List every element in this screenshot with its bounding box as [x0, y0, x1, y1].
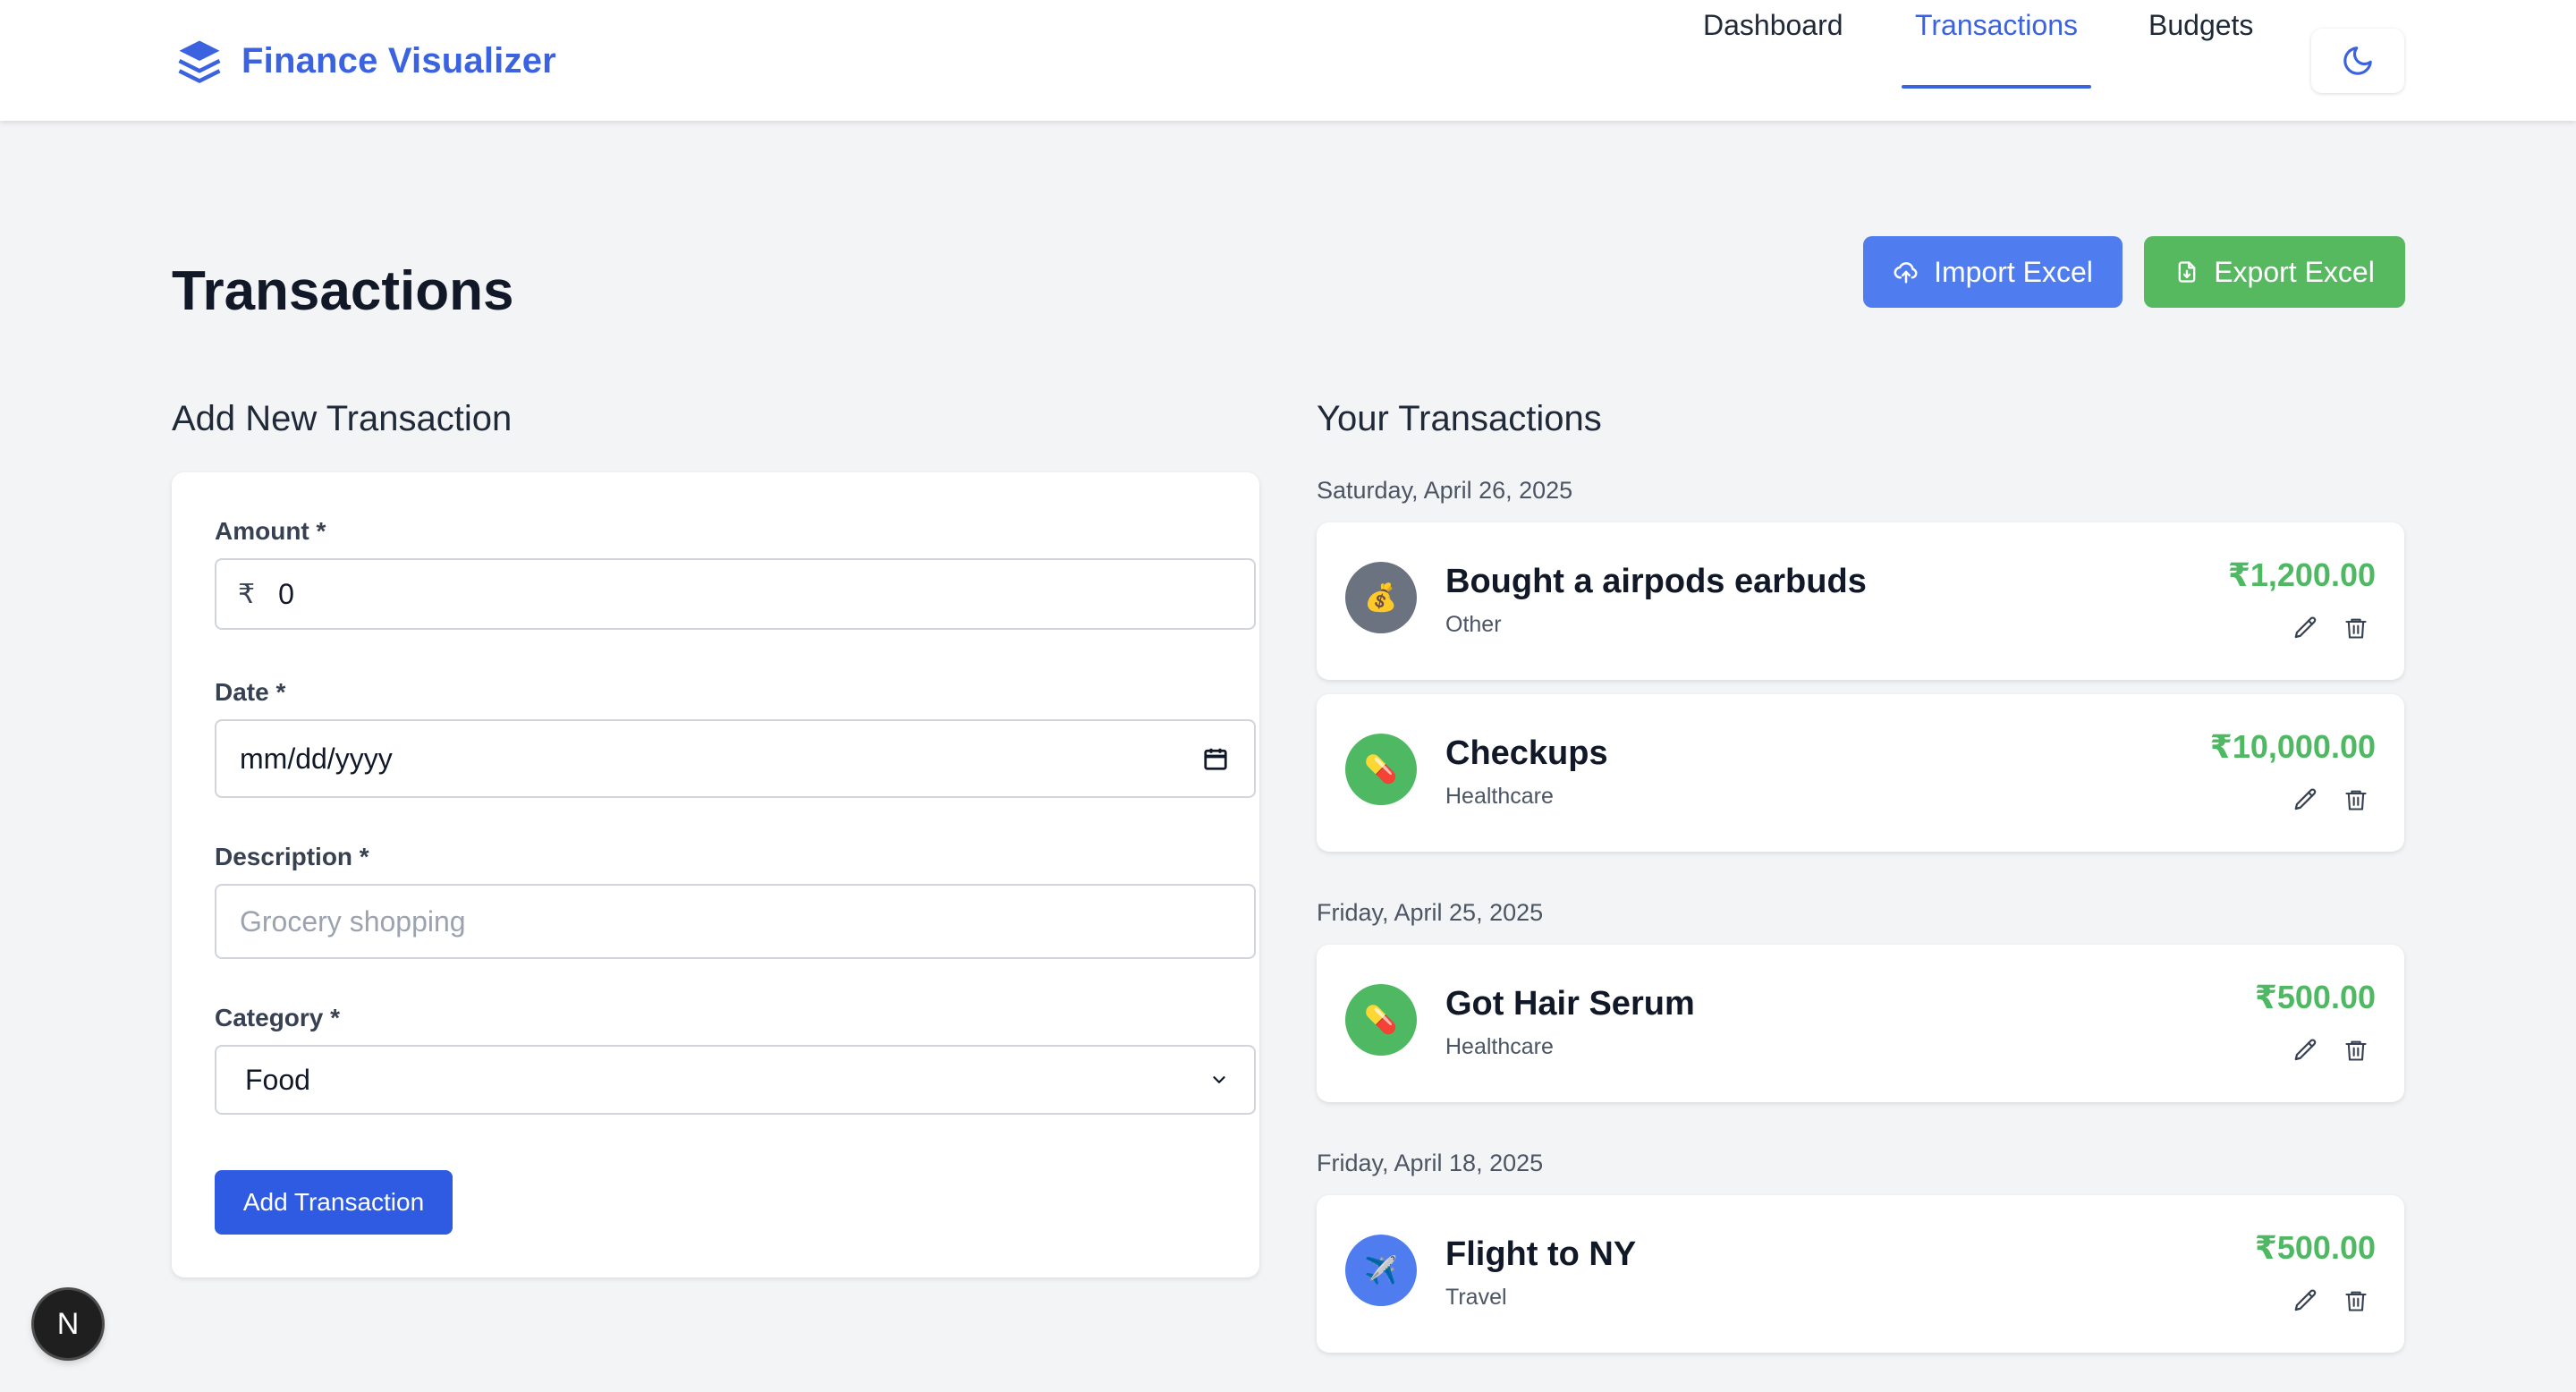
- trash-icon: [2345, 618, 2367, 639]
- airplane-icon: ✈️: [1345, 1235, 1417, 1306]
- chevron-down-icon: [1213, 1076, 1225, 1083]
- nextjs-dev-badge[interactable]: N: [34, 1290, 102, 1358]
- trash-icon: [2345, 1291, 2367, 1311]
- layers-logo-icon: [178, 40, 221, 83]
- export-excel-button[interactable]: Export Excel: [2144, 236, 2405, 308]
- delete-transaction-button[interactable]: [2340, 612, 2372, 644]
- transaction-amount: ₹500.00: [2254, 979, 2376, 1015]
- top-navigation-bar: Finance Visualizer Dashboard Transaction…: [0, 0, 2576, 121]
- brand-title: Finance Visualizer: [242, 40, 556, 81]
- active-nav-indicator: [1902, 85, 2091, 89]
- date-group-heading: Saturday, April 26, 2025: [1317, 477, 1573, 504]
- amount-input[interactable]: ₹ 0: [215, 558, 1256, 630]
- transaction-title: Flight to NY: [1445, 1235, 1637, 1273]
- category-selected-value: Food: [245, 1063, 310, 1096]
- edit-transaction-button[interactable]: [2290, 784, 2322, 816]
- description-label: Description *: [215, 843, 369, 870]
- edit-transaction-button[interactable]: [2290, 1285, 2322, 1317]
- cloud-upload-icon: [1894, 262, 1918, 284]
- delete-transaction-button[interactable]: [2340, 1034, 2372, 1066]
- amount-value: 0: [278, 577, 294, 610]
- pill-icon: 💊: [1345, 734, 1417, 805]
- transaction-card: 💊 Checkups Healthcare ₹10,000.00: [1317, 694, 2404, 852]
- moon-icon: [2343, 47, 2372, 75]
- page-title: Transactions: [172, 260, 514, 322]
- transaction-title: Bought a airpods earbuds: [1445, 563, 1867, 600]
- nav-transactions[interactable]: Transactions: [1915, 0, 2078, 50]
- pencil-icon: [2294, 616, 2317, 639]
- nav-budgets[interactable]: Budgets: [2148, 0, 2253, 50]
- add-transaction-form: Amount * ₹ 0 Date * mm/dd/yyyy Descripti…: [172, 472, 1259, 1277]
- money-bag-icon: 💰: [1345, 562, 1417, 633]
- transaction-title: Checkups: [1445, 734, 1608, 772]
- transaction-card: 💰 Bought a airpods earbuds Other ₹1,200.…: [1317, 522, 2404, 680]
- file-download-icon: [2178, 261, 2196, 283]
- export-excel-label: Export Excel: [2214, 255, 2375, 288]
- category-select[interactable]: Food: [215, 1045, 1256, 1115]
- calendar-icon[interactable]: [1202, 745, 1229, 772]
- date-group-heading: Friday, April 25, 2025: [1317, 899, 1544, 926]
- transaction-amount: ₹500.00: [2254, 1229, 2376, 1266]
- pill-icon: 💊: [1345, 984, 1417, 1056]
- pencil-icon: [2294, 1289, 2317, 1311]
- pencil-icon: [2294, 1039, 2317, 1061]
- pencil-icon: [2294, 788, 2317, 811]
- theme-toggle-button[interactable]: [2311, 29, 2404, 93]
- description-placeholder: Grocery shopping: [240, 904, 466, 938]
- add-transaction-heading: Add New Transaction: [172, 399, 513, 438]
- transaction-title: Got Hair Serum: [1445, 985, 1695, 1023]
- trash-icon: [2345, 1040, 2367, 1061]
- add-transaction-button[interactable]: Add Transaction: [215, 1170, 453, 1235]
- currency-prefix: ₹: [238, 579, 256, 609]
- category-label: Category *: [215, 1004, 341, 1031]
- transaction-card: ✈️ Flight to NY Travel ₹500.00: [1317, 1195, 2404, 1353]
- date-group-heading: Friday, April 18, 2025: [1317, 1150, 1544, 1176]
- edit-transaction-button[interactable]: [2290, 1034, 2322, 1066]
- brand[interactable]: Finance Visualizer: [175, 36, 556, 86]
- trash-icon: [2345, 790, 2367, 811]
- date-label: Date *: [215, 678, 286, 706]
- edit-transaction-button[interactable]: [2290, 612, 2322, 644]
- nav-dashboard[interactable]: Dashboard: [1703, 0, 1843, 50]
- import-excel-label: Import Excel: [1934, 255, 2093, 288]
- delete-transaction-button[interactable]: [2340, 784, 2372, 816]
- transaction-amount: ₹10,000.00: [2209, 728, 2376, 765]
- transaction-category: Other: [1445, 612, 1502, 637]
- date-value: mm/dd/yyyy: [240, 742, 393, 775]
- transaction-category: Healthcare: [1445, 1034, 1554, 1059]
- transaction-category: Travel: [1445, 1285, 1507, 1310]
- amount-label: Amount *: [215, 517, 326, 545]
- description-input[interactable]: Grocery shopping: [215, 884, 1256, 959]
- date-input[interactable]: mm/dd/yyyy: [215, 719, 1256, 798]
- delete-transaction-button[interactable]: [2340, 1285, 2372, 1317]
- transactions-list-heading: Your Transactions: [1317, 399, 1602, 438]
- import-excel-button[interactable]: Import Excel: [1863, 236, 2123, 308]
- transaction-card: 💊 Got Hair Serum Healthcare ₹500.00: [1317, 945, 2404, 1102]
- transaction-category: Healthcare: [1445, 784, 1554, 809]
- transaction-amount: ₹1,200.00: [2227, 556, 2376, 593]
